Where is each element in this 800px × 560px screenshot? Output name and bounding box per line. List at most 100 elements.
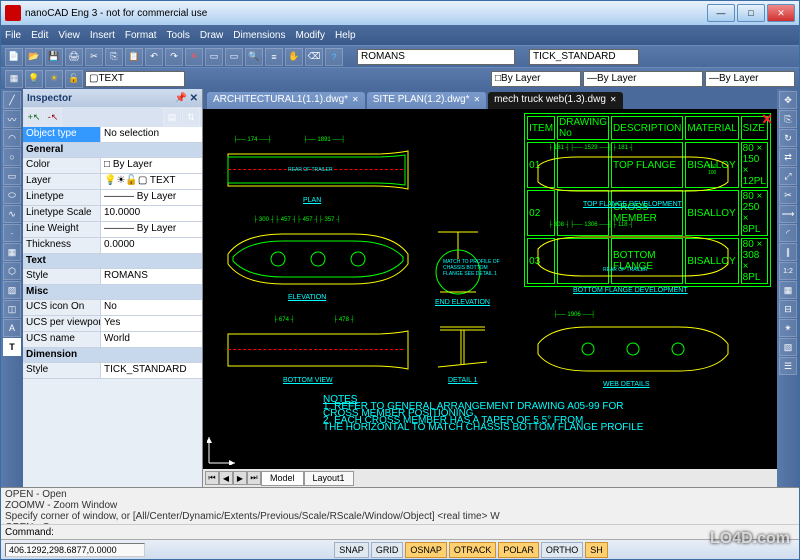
menu-modify[interactable]: Modify	[296, 30, 325, 41]
layer-tool-icon[interactable]: ▦	[5, 70, 23, 88]
tab-close-icon[interactable]: ✕	[610, 95, 617, 104]
redo-icon[interactable]: ↷	[165, 48, 183, 66]
extend-icon[interactable]: ⟶	[779, 205, 797, 223]
offset-icon[interactable]: ∥	[779, 243, 797, 261]
menu-dimensions[interactable]: Dimensions	[233, 30, 285, 41]
tab-close-icon[interactable]: ✕	[352, 95, 359, 104]
trim-icon[interactable]: ✂	[779, 186, 797, 204]
arc-tool-icon[interactable]: ◠	[3, 129, 21, 147]
copy-icon[interactable]: ⎘	[105, 48, 123, 66]
menu-insert[interactable]: Insert	[90, 30, 115, 41]
properties-icon[interactable]: ☰	[779, 357, 797, 375]
undo-icon[interactable]: ↶	[145, 48, 163, 66]
row-ltscale[interactable]: Linetype Scale10.0000	[23, 206, 202, 222]
rotate-icon[interactable]: ↻	[779, 129, 797, 147]
polar-toggle[interactable]: POLAR	[498, 542, 539, 558]
polyline-tool-icon[interactable]: 〰	[3, 110, 21, 128]
linetype-combo[interactable]: — By Layer	[583, 71, 703, 87]
maximize-button[interactable]: □	[737, 4, 765, 22]
menu-view[interactable]: View	[58, 30, 80, 41]
row-ucs-name[interactable]: UCS nameWorld	[23, 332, 202, 348]
select-icon[interactable]: ▭	[205, 48, 223, 66]
deselect-icon[interactable]: ▭	[225, 48, 243, 66]
sun-icon[interactable]: ☀	[45, 70, 63, 88]
polygon-tool-icon[interactable]: ⬡	[3, 262, 21, 280]
ellipse-tool-icon[interactable]: ⬭	[3, 186, 21, 204]
layer-combo[interactable]: ▢ TEXT	[85, 71, 185, 87]
drawing-canvas[interactable]: ITEMDRAWING NoDESCRIPTIONMATERIALSIZE 01…	[203, 109, 777, 469]
tab-close-icon[interactable]: ✕	[473, 95, 480, 104]
command-history[interactable]: OPEN - Open ZOOMW - Zoom Window Specify …	[1, 488, 799, 524]
hatch-tool-icon[interactable]: ▦	[3, 243, 21, 261]
lock-icon[interactable]: 🔓	[65, 70, 83, 88]
grid-toggle[interactable]: GRID	[371, 542, 404, 558]
sort-icon[interactable]: ⇅	[182, 108, 200, 126]
tab-siteplan[interactable]: SITE PLAN(1.2).dwg*✕	[367, 92, 486, 109]
scale-icon[interactable]: ⤢	[779, 167, 797, 185]
row-ucs-vp[interactable]: UCS per viewportYes	[23, 316, 202, 332]
tab-architectural[interactable]: ARCHITECTURAL1(1.1).dwg*✕	[207, 92, 365, 109]
row-color[interactable]: Color□ By Layer	[23, 158, 202, 174]
region-tool-icon[interactable]: ▨	[3, 281, 21, 299]
pan-icon[interactable]: ✋	[285, 48, 303, 66]
tab-first-icon[interactable]: ⏮	[205, 471, 219, 485]
mirror-icon[interactable]: ⇄	[779, 148, 797, 166]
pin-icon[interactable]: 📌	[175, 93, 187, 104]
scale-ratio-icon[interactable]: 1:2	[779, 262, 797, 280]
line-tool-icon[interactable]: ╱	[3, 91, 21, 109]
erase-icon[interactable]: ⌫	[305, 48, 323, 66]
osnap-toggle[interactable]: OSNAP	[405, 542, 447, 558]
sh-toggle[interactable]: SH	[585, 542, 608, 558]
menu-draw[interactable]: Draw	[200, 30, 223, 41]
save-icon[interactable]: 💾	[45, 48, 63, 66]
spline-tool-icon[interactable]: ∿	[3, 205, 21, 223]
row-dim-style[interactable]: StyleTICK_STANDARD	[23, 363, 202, 379]
snap-toggle[interactable]: SNAP	[334, 542, 369, 558]
open-icon[interactable]: 📂	[25, 48, 43, 66]
row-lineweight[interactable]: Line Weight——— By Layer	[23, 222, 202, 238]
panel-close-icon[interactable]: ✕	[190, 93, 198, 104]
row-object-type[interactable]: Object type No selection	[23, 127, 202, 143]
row-linetype[interactable]: Linetype——— By Layer	[23, 190, 202, 206]
tab-next-icon[interactable]: ▶	[233, 471, 247, 485]
section-text[interactable]: Text	[23, 254, 202, 269]
row-layer[interactable]: Layer💡☀🔓▢ TEXT	[23, 174, 202, 190]
block-tool-icon[interactable]: ◫	[3, 300, 21, 318]
cut-icon[interactable]: ✂	[85, 48, 103, 66]
print-icon[interactable]: 🖨	[65, 48, 83, 66]
tab-layout1[interactable]: Layout1	[304, 471, 354, 486]
copy-tool-icon[interactable]: ⎘	[779, 110, 797, 128]
font-combo[interactable]: ROMANS	[357, 49, 515, 65]
section-general[interactable]: General	[23, 143, 202, 158]
menu-format[interactable]: Format	[125, 30, 157, 41]
circle-tool-icon[interactable]: ○	[3, 148, 21, 166]
text-tool-icon[interactable]: T	[3, 338, 21, 356]
point-tool-icon[interactable]: ·	[3, 224, 21, 242]
filter-icon[interactable]: ▤	[163, 108, 181, 126]
rect-tool-icon[interactable]: ▭	[3, 167, 21, 185]
delete-icon[interactable]: ✕	[185, 48, 203, 66]
hatch-edit-icon[interactable]: ▧	[779, 338, 797, 356]
layers-icon[interactable]: ≡	[265, 48, 283, 66]
document-close-icon[interactable]: ✕	[761, 111, 773, 128]
section-misc[interactable]: Misc	[23, 285, 202, 300]
pick-remove-icon[interactable]: -↖	[44, 108, 62, 126]
fillet-icon[interactable]: ◜	[779, 224, 797, 242]
move-icon[interactable]: ✥	[779, 91, 797, 109]
pick-add-icon[interactable]: +↖	[25, 108, 43, 126]
color-combo[interactable]: □ By Layer	[491, 71, 581, 87]
break-icon[interactable]: ⊟	[779, 300, 797, 318]
menu-help[interactable]: Help	[335, 30, 356, 41]
menu-edit[interactable]: Edit	[31, 30, 48, 41]
mtext-tool-icon[interactable]: A	[3, 319, 21, 337]
help-icon[interactable]: ?	[325, 48, 343, 66]
close-button[interactable]: ✕	[767, 4, 795, 22]
explode-icon[interactable]: ✴	[779, 319, 797, 337]
tab-model[interactable]: Model	[261, 471, 304, 486]
tab-prev-icon[interactable]: ◀	[219, 471, 233, 485]
menu-tools[interactable]: Tools	[167, 30, 190, 41]
array-icon[interactable]: ▦	[779, 281, 797, 299]
lightbulb-icon[interactable]: 💡	[25, 70, 43, 88]
dimstyle-combo[interactable]: TICK_STANDARD	[529, 49, 639, 65]
command-input[interactable]: Command:	[1, 524, 799, 539]
